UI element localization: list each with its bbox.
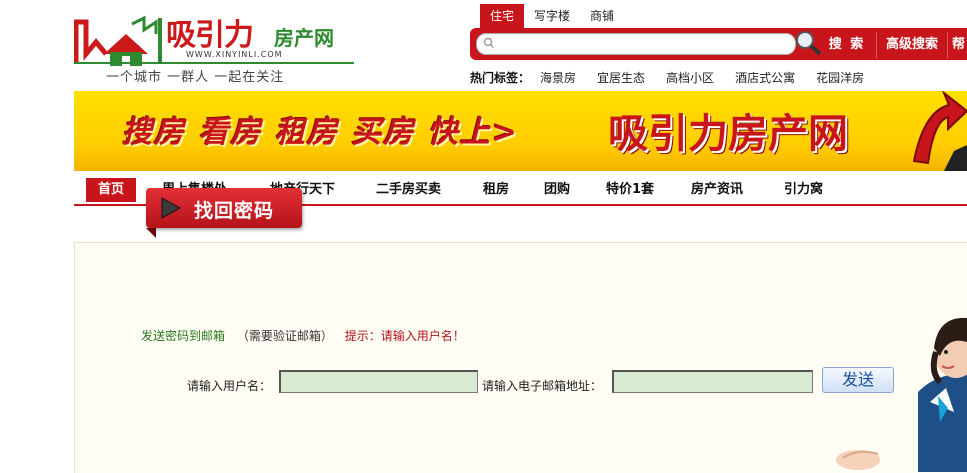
search-extra-button[interactable]: 帮 [952,32,965,58]
badge-fold [146,228,156,238]
verify-email-note: （需要验证邮箱） [236,329,333,343]
hot-tag-garden-villa[interactable]: 花园洋房 [816,69,864,86]
banner-arrow-icon [912,91,967,171]
send-to-email-text: 发送密码到邮箱 [141,329,226,343]
logo-url: WWW.XINYINLI.COM [186,50,283,59]
house-logo-icon [74,15,162,66]
search-input-wrapper [476,33,796,55]
nav-item-second-hand[interactable]: 二手房买卖 [376,178,441,202]
recover-password-badge: 找回密码 [146,188,304,238]
logo-title: 吸引力 [166,18,254,53]
banner-brand: 吸引力房产网 [608,110,848,157]
nav-item-group-buy[interactable]: 团购 [544,178,570,202]
logo-slogan: 一个城市 一群人 一起在关注 [106,70,285,85]
hot-tag-sea-view[interactable]: 海景房 [540,69,576,86]
username-label: 请输入用户名： [187,379,272,393]
search-tabs: 住宅 写字楼 商铺 [480,4,624,28]
site-logo[interactable]: 吸引力 房产网 WWW.XINYINLI.COM 一个城市 一群人 一起在关注 [74,8,364,85]
nav-item-home[interactable]: 首页 [86,178,137,202]
tab-shop[interactable]: 商铺 [580,4,624,28]
play-icon [161,197,182,219]
nav-item-news[interactable]: 房产资讯 [691,178,743,202]
badge-title: 找回密码 [194,200,275,222]
email-message-row: 发送密码到邮箱 （需要验证邮箱） 提示：请输入用户名！ [141,327,465,344]
nav-item-community[interactable]: 引力窝 [784,178,823,202]
promo-banner[interactable]: 搜房 看房 租房 买房 快上> 吸引力房产网 [74,91,967,171]
search-icon [483,37,494,48]
customer-service-mascot [836,317,967,472]
search-button[interactable]: 搜 索 [818,34,876,56]
logo-underline [74,62,354,64]
hot-tag-serviced-apartment[interactable]: 酒店式公寓 [735,69,795,86]
email-input[interactable] [612,370,813,393]
tab-residential[interactable]: 住宅 [480,4,525,28]
username-input[interactable] [279,370,478,393]
hot-tags: 热门标签： 海景房 宜居生态 高档小区 酒店式公寓 花园洋房 [470,69,885,86]
hot-tag-eco[interactable]: 宜居生态 [597,69,645,86]
hot-tags-label: 热门标签： [470,71,531,85]
hot-tag-upscale[interactable]: 高档小区 [666,69,714,86]
nav-item-special-offer[interactable]: 特价1套 [606,178,654,202]
logo-subtitle: 房产网 [274,26,334,50]
tab-office[interactable]: 写字楼 [524,4,580,28]
banner-slogan: 搜房 看房 租房 买房 快上> [122,115,519,150]
email-label: 请输入电子邮箱地址： [482,379,603,393]
hint-text: 提示：请输入用户名！ [344,329,465,343]
nav-item-rent[interactable]: 租房 [483,178,509,202]
search-input[interactable] [499,35,789,53]
advanced-search-button[interactable]: 高级搜索 [876,32,948,58]
